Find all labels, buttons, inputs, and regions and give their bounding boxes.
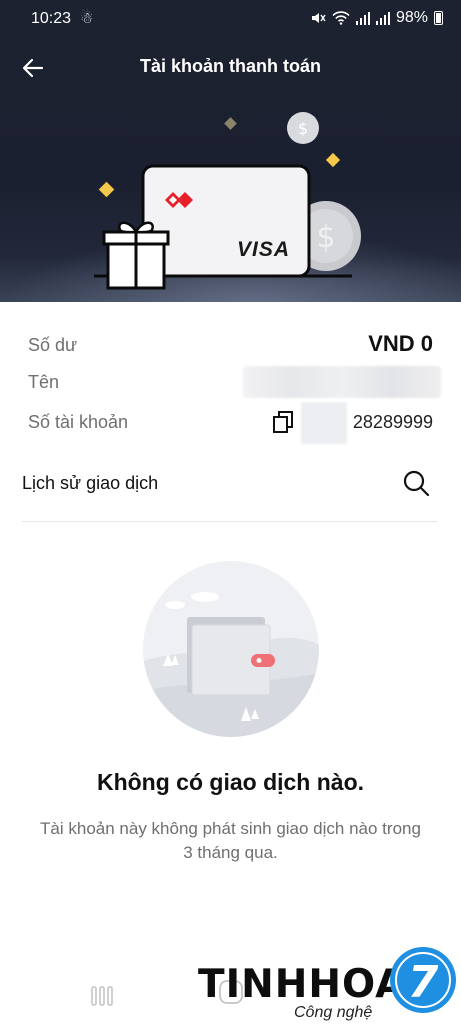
page-title: Tài khoản thanh toán — [139, 56, 321, 76]
copy-icon[interactable] — [271, 410, 295, 434]
signal-icon-2 — [375, 11, 390, 25]
watermark-badge-icon: 7 — [390, 947, 456, 1013]
name-label: Tên — [28, 372, 60, 392]
name-row: Tên — [28, 366, 441, 398]
divider — [22, 521, 437, 522]
transaction-history-title: Lịch sử giao dịch — [22, 473, 159, 493]
svg-text:$: $ — [298, 119, 308, 138]
empty-wallet-illustration — [143, 561, 319, 737]
status-bar: 10:23 ☃ 98% — [0, 0, 461, 38]
battery-percent: 98% — [395, 9, 428, 26]
account-number-redacted — [301, 402, 347, 444]
watermark-badge: 7 — [408, 957, 439, 1008]
balance-label: Số dư — [28, 335, 78, 355]
wifi-icon — [332, 11, 350, 25]
svg-text:$: $ — [316, 220, 335, 255]
balance-value: VND 0 — [368, 331, 433, 356]
transaction-history-header: Lịch sử giao dịch — [22, 468, 439, 508]
search-icon[interactable] — [401, 468, 431, 498]
card-illustration: $ $ — [94, 112, 361, 290]
signal-icon-1 — [355, 11, 370, 25]
card-brand: VISA — [237, 238, 291, 261]
header-banner: 10:23 ☃ 98% Tài khoản thanh toán $ $ VIS… — [0, 0, 461, 302]
status-time: 10:23 — [31, 10, 72, 27]
notification-icon: ☃ — [80, 10, 94, 27]
account-number-row: Số tài khoản 28289999 — [28, 402, 433, 444]
battery-icon — [434, 11, 443, 25]
account-number-value: 28289999 — [352, 412, 433, 432]
watermark-brand: TINHHOA — [198, 962, 407, 1007]
top-bar: Tài khoản thanh toán — [0, 45, 461, 89]
empty-state-title: Không có giao dịch nào. — [96, 769, 365, 795]
watermark-tagline: Công nghệ — [294, 1004, 373, 1021]
name-value-redacted — [243, 366, 441, 398]
balance-row: Số dư VND 0 — [28, 329, 433, 359]
recent-apps-icon[interactable] — [90, 984, 114, 1008]
account-number-label: Số tài khoản — [28, 412, 129, 432]
status-icons: 98% — [310, 9, 443, 27]
empty-state-description: Tài khoản này không phát sinh giao dịch … — [40, 819, 421, 862]
watermark-logo: TINHHOA Công nghệ 7 — [196, 942, 461, 1024]
mute-icon — [311, 13, 326, 23]
